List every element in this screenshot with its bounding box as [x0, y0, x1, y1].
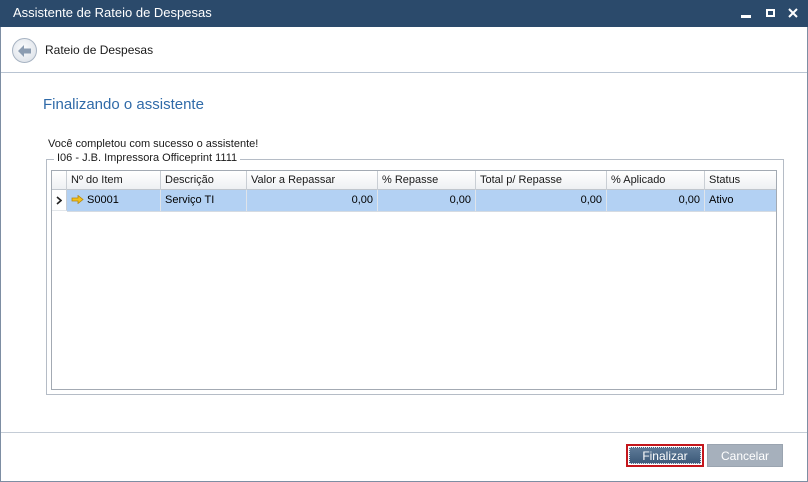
back-button[interactable] [12, 38, 37, 63]
row-divider [67, 211, 776, 212]
column-header-pct-repasse[interactable]: % Repasse [378, 171, 476, 190]
success-message: Você completou com sucesso o assistente! [48, 138, 259, 150]
cell-pct-aplicado[interactable]: 0,00 [607, 190, 705, 211]
maximize-icon [765, 9, 775, 17]
close-icon [788, 8, 798, 18]
link-arrow-icon[interactable] [71, 194, 84, 205]
finalizar-button[interactable]: Finalizar [626, 444, 704, 467]
cell-total-repasse[interactable]: 0,00 [476, 190, 607, 211]
maximize-button[interactable] [760, 4, 780, 22]
row-selector[interactable] [52, 190, 67, 211]
cell-valor-a-repassar[interactable]: 0,00 [247, 190, 378, 211]
table-row[interactable]: S0001 Serviço TI 0,00 0,00 0,00 0,00 Ati… [52, 190, 776, 211]
cell-item-no[interactable]: S0001 [67, 190, 161, 211]
row-pointer-icon [56, 195, 62, 205]
column-header-status[interactable]: Status [705, 171, 776, 190]
cell-descricao[interactable]: Serviço TI [161, 190, 247, 211]
cell-pct-repasse[interactable]: 0,00 [378, 190, 476, 211]
window-title: Assistente de Rateio de Despesas [13, 5, 212, 20]
title-bar: Assistente de Rateio de Despesas [0, 0, 808, 27]
grid-corner [52, 171, 67, 190]
cell-status[interactable]: Ativo [705, 190, 776, 211]
column-header-valor-a-repassar[interactable]: Valor a Repassar [247, 171, 378, 190]
finalizar-label: Finalizar [629, 447, 701, 464]
minimize-icon [741, 14, 751, 18]
page-title: Finalizando o assistente [43, 96, 204, 113]
column-header-total-repasse[interactable]: Total p/ Repasse [476, 171, 607, 190]
column-header-item-no[interactable]: Nº do Item [67, 171, 161, 190]
wizard-header: Rateio de Despesas [1, 27, 807, 73]
cancelar-button[interactable]: Cancelar [707, 444, 783, 467]
item-no-value: S0001 [87, 194, 119, 206]
close-button[interactable] [783, 4, 803, 22]
allocation-grid[interactable]: Nº do Item Descrição Valor a Repassar % … [51, 170, 777, 390]
footer-divider [1, 432, 807, 433]
group-label: I06 - J.B. Impressora Officeprint 1111 [54, 152, 241, 164]
column-header-descricao[interactable]: Descrição [161, 171, 247, 190]
header-title: Rateio de Despesas [45, 43, 154, 57]
column-header-pct-aplicado[interactable]: % Aplicado [607, 171, 705, 190]
back-arrow-icon [18, 44, 31, 57]
grid-header: Nº do Item Descrição Valor a Repassar % … [52, 171, 776, 190]
minimize-button[interactable] [736, 4, 756, 22]
